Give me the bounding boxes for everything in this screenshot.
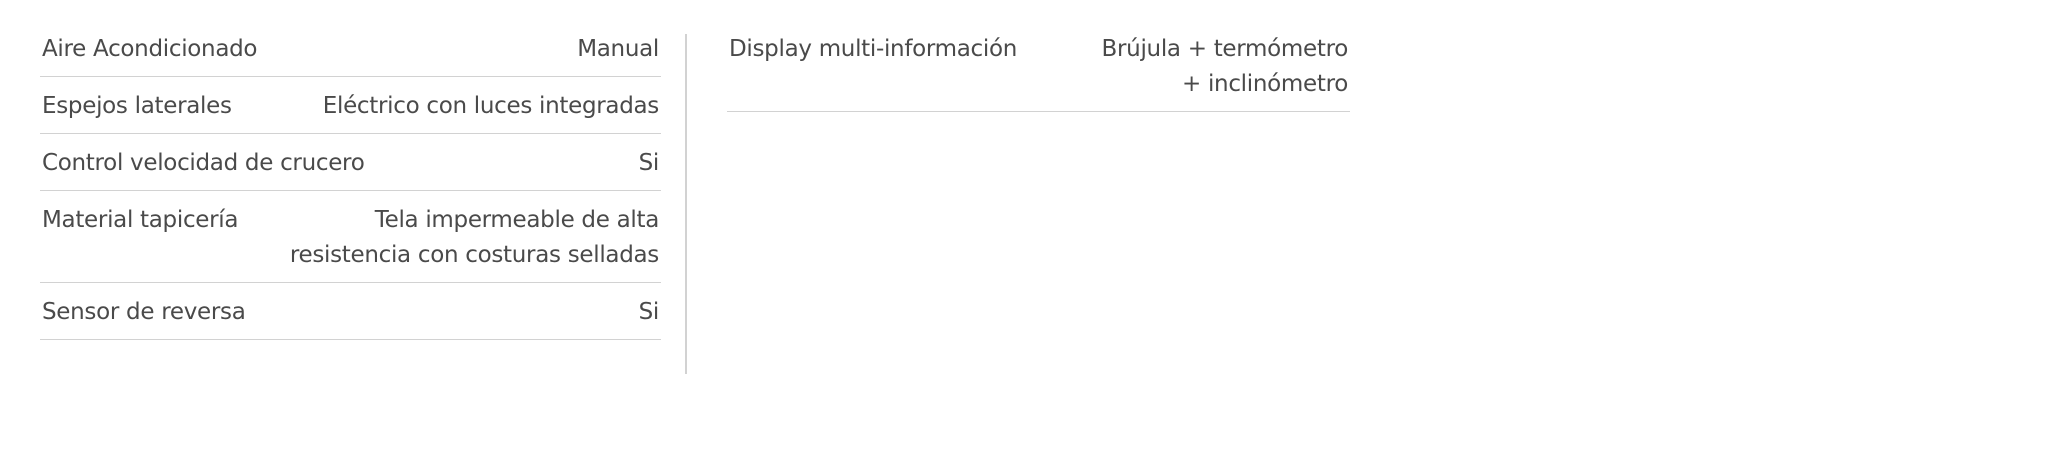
spec-value-line: Brújula + termómetro xyxy=(1101,36,1349,62)
spec-value-line: resistencia con costuras selladas xyxy=(289,242,659,268)
spec-row-upholstery: Material tapicería Tela impermeable de a… xyxy=(40,191,661,283)
spec-label: Control velocidad de crucero xyxy=(42,150,365,176)
column-divider xyxy=(685,34,687,374)
spec-table-left: Aire Acondicionado Manual Espejos latera… xyxy=(40,20,661,340)
spec-row-side-mirrors: Espejos laterales Eléctrico con luces in… xyxy=(40,77,661,134)
spec-value-line: Tela impermeable de alta xyxy=(374,207,660,233)
spec-label: Material tapicería xyxy=(42,207,239,233)
spec-value-line: Manual xyxy=(577,36,659,62)
spec-value: Tela impermeable de alta resistencia con… xyxy=(290,203,659,273)
spec-value-line: + inclinómetro xyxy=(1181,71,1348,97)
spec-table-right: Display multi-información Brújula + term… xyxy=(727,20,1350,112)
spec-value-line: Si xyxy=(638,299,660,325)
spec-label: Display multi-información xyxy=(729,36,1018,62)
spec-label: Sensor de reversa xyxy=(42,299,246,325)
spec-row-multi-info-display: Display multi-información Brújula + term… xyxy=(727,20,1350,112)
spec-value-line: Eléctrico con luces integradas xyxy=(322,93,660,119)
spec-value: Si xyxy=(638,146,660,181)
spec-value-line: Si xyxy=(638,150,660,176)
spec-value: Manual xyxy=(577,32,659,67)
spec-value: Si xyxy=(638,295,660,330)
spec-row-air-conditioning: Aire Acondicionado Manual xyxy=(40,20,661,77)
spec-row-reverse-sensor: Sensor de reversa Si xyxy=(40,283,661,340)
spec-label: Espejos laterales xyxy=(42,93,232,119)
spec-row-cruise-control: Control velocidad de crucero Si xyxy=(40,134,661,191)
spec-label: Aire Acondicionado xyxy=(42,36,258,62)
spec-value: Brújula + termómetro + inclinómetro xyxy=(1101,32,1349,102)
spec-value: Eléctrico con luces integradas xyxy=(322,89,660,124)
